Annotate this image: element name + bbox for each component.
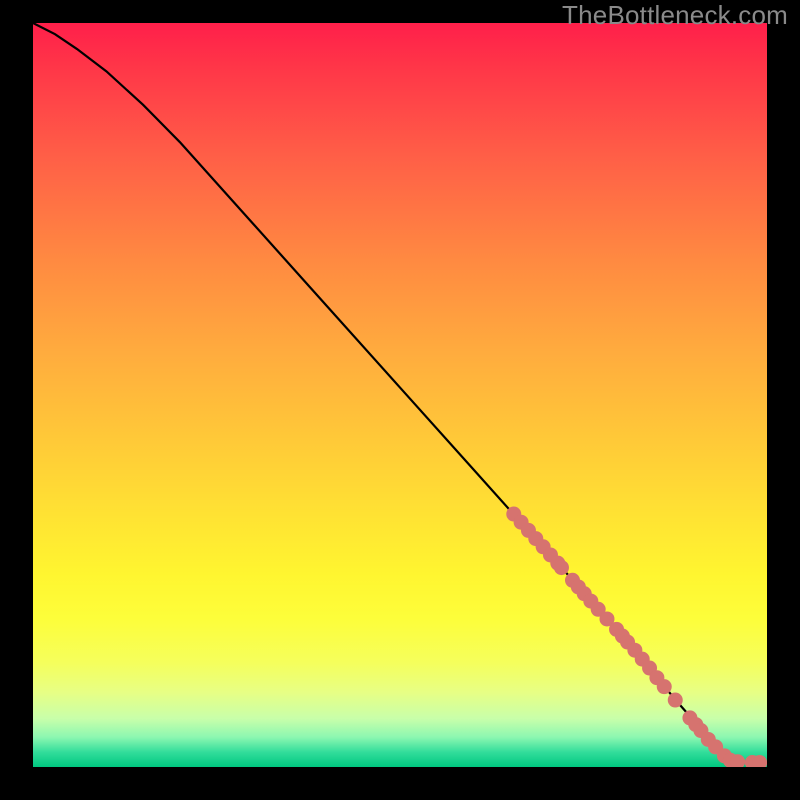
chart-frame: TheBottleneck.com (0, 0, 800, 800)
marker-point (657, 679, 672, 694)
plot-area (33, 23, 767, 767)
marker-point (668, 693, 683, 708)
watermark-text: TheBottleneck.com (562, 0, 788, 31)
curve-svg (33, 23, 767, 767)
marker-point (554, 560, 569, 575)
curve-line (33, 23, 767, 763)
curve-markers (506, 507, 767, 767)
